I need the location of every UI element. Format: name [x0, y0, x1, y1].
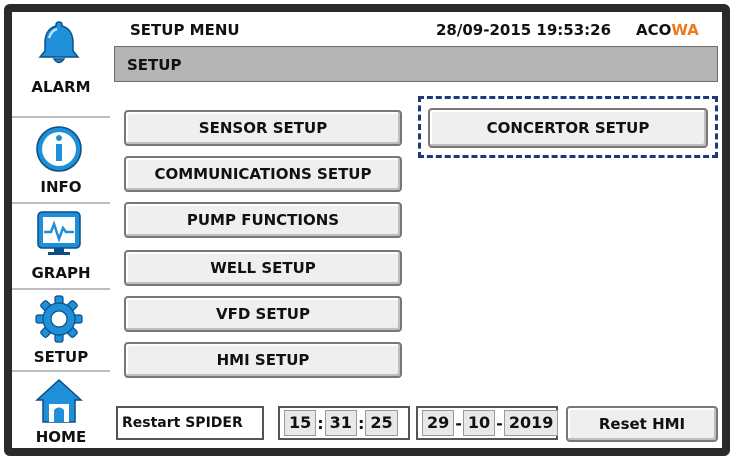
year-field[interactable]: 2019	[504, 410, 559, 436]
well-setup-button[interactable]: WELL SETUP	[124, 250, 402, 286]
minute-field[interactable]: 31	[325, 410, 357, 436]
hmi-setup-button[interactable]: HMI SETUP	[124, 342, 402, 378]
sidebar-item-alarm[interactable]: ALARM	[12, 12, 110, 98]
header: SETUP MENU 28/09-2015 19:53:26 ACOWA	[118, 14, 718, 44]
date-separator: -	[495, 414, 504, 433]
header-datetime: 28/09-2015 19:53:26	[436, 21, 611, 39]
hour-field[interactable]: 15	[284, 410, 316, 436]
sidebar-divider	[12, 370, 110, 372]
reset-hmi-button[interactable]: Reset HMI	[566, 406, 718, 442]
sidebar-item-setup[interactable]: SETUP	[12, 292, 110, 370]
info-icon	[34, 124, 84, 174]
concentrator-setup-button[interactable]: CONCERTOR SETUP	[428, 108, 708, 148]
footer-bar: Restart SPIDER 15 : 31 : 25 29 - 10 - 20…	[110, 398, 722, 448]
sidebar-item-home[interactable]: HOME	[12, 374, 110, 448]
sidebar-divider	[12, 288, 110, 290]
brand-prefix: ACO	[636, 21, 671, 39]
sidebar-divider	[12, 202, 110, 204]
sidebar: ALARM INFO GRAPH	[12, 12, 110, 448]
pump-functions-button[interactable]: PUMP FUNCTIONS	[124, 202, 402, 238]
month-field[interactable]: 10	[463, 410, 495, 436]
hmi-screen: ALARM INFO GRAPH	[12, 12, 722, 448]
gear-icon	[34, 294, 84, 344]
sidebar-item-label: SETUP	[12, 348, 110, 366]
section-title: SETUP	[127, 56, 181, 74]
time-separator: :	[316, 414, 324, 433]
restart-spider-button[interactable]: Restart SPIDER	[116, 406, 264, 440]
time-separator: :	[357, 414, 365, 433]
sidebar-item-label: ALARM	[12, 78, 110, 96]
sidebar-item-graph[interactable]: GRAPH	[12, 206, 110, 286]
sidebar-divider	[12, 116, 110, 118]
date-separator: -	[454, 414, 463, 433]
sidebar-item-label: GRAPH	[12, 264, 110, 282]
sidebar-item-label: INFO	[12, 178, 110, 196]
page-title: SETUP MENU	[130, 21, 240, 39]
day-field[interactable]: 29	[422, 410, 454, 436]
sensor-setup-button[interactable]: SENSOR SETUP	[124, 110, 402, 146]
brand-suffix: WA	[671, 21, 698, 39]
section-bar: SETUP	[114, 46, 718, 82]
sidebar-item-info[interactable]: INFO	[12, 120, 110, 200]
monitor-graph-icon	[34, 208, 84, 258]
sidebar-item-label: HOME	[12, 428, 110, 446]
second-field[interactable]: 25	[365, 410, 397, 436]
house-icon	[34, 376, 84, 426]
time-setter: 15 : 31 : 25	[278, 406, 410, 440]
brand-logo: ACOWA	[636, 21, 699, 39]
bell-icon	[34, 18, 84, 68]
date-setter: 29 - 10 - 2019	[416, 406, 558, 440]
communications-setup-button[interactable]: COMMUNICATIONS SETUP	[124, 156, 402, 192]
vfd-setup-button[interactable]: VFD SETUP	[124, 296, 402, 332]
